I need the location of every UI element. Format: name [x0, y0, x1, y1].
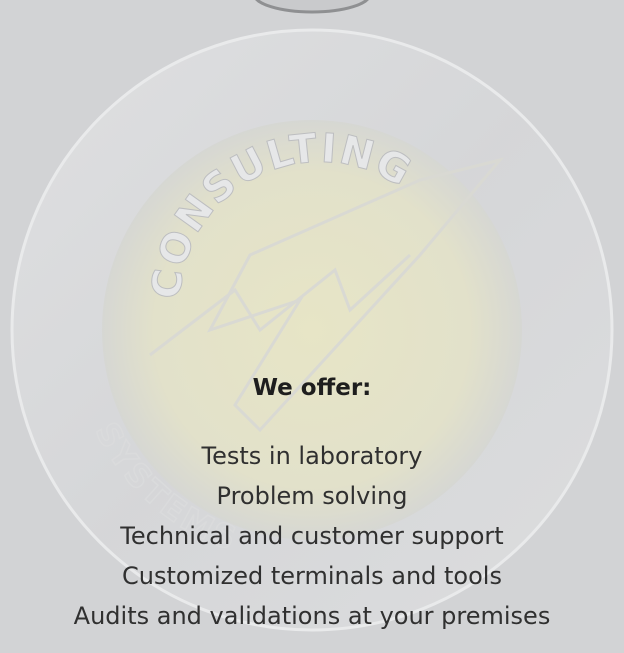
offer-item-lab-tests: Tests in laboratory [201, 442, 423, 470]
offer-item-problem-solving: Problem solving [216, 482, 408, 510]
logo-top-tab [255, 0, 369, 14]
offer-item-custom-terminals: Customized terminals and tools [122, 562, 502, 590]
offer-item-support: Technical and customer support [120, 522, 504, 550]
offer-item-audits: Audits and validations at your premises [73, 602, 551, 630]
offer-heading: We offer: [252, 375, 372, 401]
offer-section: We offer: Tests in laboratory Problem so… [0, 366, 624, 636]
offer-list: Tests in laboratory Problem solving Tech… [0, 436, 624, 636]
